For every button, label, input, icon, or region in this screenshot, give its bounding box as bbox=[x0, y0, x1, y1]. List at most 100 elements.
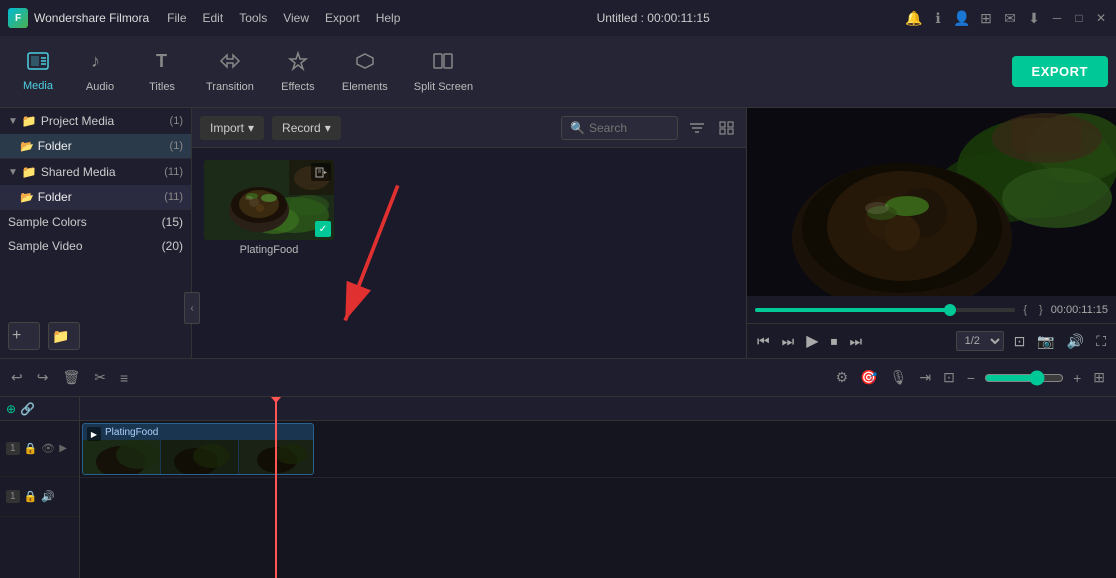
fit-screen-button[interactable]: ⊡ bbox=[1012, 331, 1028, 352]
media-selected-indicator: ✓ bbox=[315, 221, 331, 237]
render-preview-button[interactable]: ⚙ bbox=[833, 366, 852, 389]
track-motion-button[interactable]: 🎯 bbox=[857, 366, 880, 389]
export-button[interactable]: EXPORT bbox=[1012, 56, 1108, 87]
project-media-header[interactable]: ▼ 📁 Project Media (1) bbox=[0, 108, 191, 134]
timeline-body: ⊕ 🔗 1 🔒 👁 ▶ 1 🔒 🔊 bbox=[0, 397, 1116, 578]
redo-button[interactable]: ↪ bbox=[34, 366, 52, 389]
effects-icon bbox=[287, 51, 309, 77]
audio-lock-icon[interactable]: 🔒 bbox=[24, 490, 38, 503]
timeline-ruler: 00:00:00:00 00:00:05:00 00:00:10:00 00:0… bbox=[80, 397, 1116, 421]
menu-bar: File Edit Tools View Export Help bbox=[167, 11, 400, 25]
media-icon bbox=[27, 52, 49, 76]
toolbar-effects[interactable]: Effects bbox=[268, 45, 328, 99]
fullscreen-button[interactable]: ⛶ bbox=[1094, 331, 1108, 352]
import-label: Import bbox=[210, 121, 244, 135]
new-folder-button[interactable]: 📁 bbox=[48, 322, 80, 350]
sample-colors-item[interactable]: Sample Colors (15) bbox=[0, 210, 191, 234]
maximize-button[interactable]: □ bbox=[1072, 11, 1086, 25]
search-input[interactable] bbox=[589, 121, 669, 135]
playhead-top[interactable] bbox=[275, 397, 277, 421]
zoom-select[interactable]: 1/2 Full 1/4 bbox=[956, 331, 1004, 351]
menu-help[interactable]: Help bbox=[376, 11, 401, 25]
play-button[interactable]: ▶ bbox=[804, 329, 820, 353]
prev-frame-button[interactable]: ⏭ bbox=[780, 331, 797, 352]
pip-button[interactable]: ⊡ bbox=[940, 366, 958, 389]
eye-icon[interactable]: 👁 bbox=[41, 442, 55, 455]
close-gap-button[interactable]: ⇥ bbox=[916, 366, 934, 389]
title-bar-left: F Wondershare Filmora File Edit Tools Vi… bbox=[8, 8, 400, 28]
progress-thumb[interactable] bbox=[944, 304, 956, 316]
volume-button[interactable]: 🔊 bbox=[1065, 331, 1086, 352]
toolbar-elements[interactable]: Elements bbox=[330, 45, 400, 99]
delete-button[interactable]: 🗑 bbox=[59, 366, 83, 389]
timeline-toolbar: ↩ ↪ 🗑 ✂ ≡ ⚙ 🎯 🎙 ⇥ ⊡ − + ⊞ bbox=[0, 359, 1116, 397]
title-display: Untitled : 00:00:11:15 bbox=[597, 11, 710, 25]
preview-panel: { } 00:00:11:15 ⏮ ⏭ ▶ ⏹ ⏭ 1/2 Full 1/4 ⊡… bbox=[746, 108, 1116, 358]
cut-button[interactable]: ✂ bbox=[91, 366, 109, 389]
title-bar: F Wondershare Filmora File Edit Tools Vi… bbox=[0, 0, 1116, 36]
zoom-out-button[interactable]: − bbox=[964, 367, 978, 389]
media-toolbar: Import ▾ Record ▾ 🔍 bbox=[192, 108, 746, 148]
toolbar-audio[interactable]: ♪ Audio bbox=[70, 45, 130, 99]
audio-volume-icon[interactable]: 🔊 bbox=[41, 490, 55, 503]
toolbar-media[interactable]: Media bbox=[8, 46, 68, 98]
zoom-in-button[interactable]: + bbox=[1070, 367, 1084, 389]
titles-icon: T bbox=[151, 51, 173, 77]
settings-button[interactable]: ≡ bbox=[117, 367, 131, 389]
undo-button[interactable]: ↩ bbox=[8, 366, 26, 389]
add-media-button[interactable]: + bbox=[8, 322, 40, 350]
lock-icon[interactable]: 🔒 bbox=[24, 442, 38, 455]
minimize-button[interactable]: ─ bbox=[1050, 11, 1064, 25]
timeline-right-controls: ⚙ 🎯 🎙 ⇥ ⊡ − + ⊞ bbox=[833, 366, 1108, 389]
import-button[interactable]: Import ▾ bbox=[200, 116, 264, 140]
media-item-name: PlatingFood bbox=[204, 244, 334, 256]
video-clip-platingfood[interactable]: ▶ PlatingFood bbox=[82, 423, 314, 475]
step-fwd-button[interactable]: ⏭ bbox=[848, 331, 865, 352]
media-item-platingfood[interactable]: ✓ PlatingFood bbox=[204, 160, 334, 256]
shared-media-folder[interactable]: 📂 Folder (11) bbox=[0, 185, 191, 209]
menu-file[interactable]: File bbox=[167, 11, 186, 25]
expand-panel-button[interactable]: ⊞ bbox=[1090, 366, 1108, 389]
zoom-slider[interactable] bbox=[984, 370, 1064, 386]
audio-detach-button[interactable]: 🎙 bbox=[887, 366, 911, 389]
transition-icon bbox=[219, 51, 241, 77]
project-media-section: ▼ 📁 Project Media (1) 📂 Folder (1) bbox=[0, 108, 191, 159]
stop-button[interactable]: ⏹ bbox=[829, 331, 840, 352]
close-button[interactable]: ✕ bbox=[1094, 11, 1108, 25]
step-back-button[interactable]: ⏮ bbox=[755, 331, 772, 352]
snapshot-button[interactable]: 📷 bbox=[1035, 331, 1056, 352]
menu-edit[interactable]: Edit bbox=[203, 11, 224, 25]
main-toolbar: Media ♪ Audio T Titles Transition Effect… bbox=[0, 36, 1116, 108]
titles-label: Titles bbox=[149, 81, 175, 93]
toolbar-splitscreen[interactable]: Split Screen bbox=[402, 45, 485, 99]
sample-video-item[interactable]: Sample Video (20) bbox=[0, 234, 191, 258]
mail-icon[interactable]: ✉ bbox=[1002, 10, 1018, 26]
notification-icon[interactable]: 🔔 bbox=[906, 10, 922, 26]
profile-icon[interactable]: 👤 bbox=[954, 10, 970, 26]
menu-export[interactable]: Export bbox=[325, 11, 360, 25]
toolbar-transition[interactable]: Transition bbox=[194, 45, 266, 99]
grid-view-button[interactable] bbox=[716, 118, 738, 138]
preview-controls: ⏮ ⏭ ▶ ⏹ ⏭ 1/2 Full 1/4 ⊡ 📷 🔊 ⛶ bbox=[747, 323, 1116, 358]
record-button[interactable]: Record ▾ bbox=[272, 116, 341, 140]
search-box[interactable]: 🔍 bbox=[561, 116, 678, 140]
effects-label: Effects bbox=[281, 81, 314, 93]
grid-icon[interactable]: ⊞ bbox=[978, 10, 994, 26]
timeline-tracks: ▶ PlatingFood bbox=[80, 421, 1116, 578]
collapse-panel-button[interactable]: ‹ bbox=[184, 292, 200, 324]
timeline-area: ↩ ↪ 🗑 ✂ ≡ ⚙ 🎯 🎙 ⇥ ⊡ − + ⊞ ⊕ 🔗 1 bbox=[0, 358, 1116, 578]
shared-media-header[interactable]: ▼ 📁 Shared Media (11) bbox=[0, 159, 191, 185]
info-icon[interactable]: ℹ bbox=[930, 10, 946, 26]
folder-item-left: 📂 Folder bbox=[20, 139, 72, 153]
chevron-down-icon2: ▼ bbox=[8, 167, 18, 178]
filter-button[interactable] bbox=[686, 118, 708, 138]
download-icon[interactable]: ⬇ bbox=[1026, 10, 1042, 26]
progress-track[interactable] bbox=[755, 308, 1015, 312]
menu-tools[interactable]: Tools bbox=[239, 11, 267, 25]
toolbar-titles[interactable]: T Titles bbox=[132, 45, 192, 99]
media-thumb-overlay bbox=[311, 163, 331, 181]
menu-view[interactable]: View bbox=[283, 11, 309, 25]
project-media-folder[interactable]: 📂 Folder (1) bbox=[0, 134, 191, 158]
track-label-header: ⊕ 🔗 bbox=[0, 397, 79, 421]
subfolder-icon2: 📂 bbox=[20, 191, 34, 204]
